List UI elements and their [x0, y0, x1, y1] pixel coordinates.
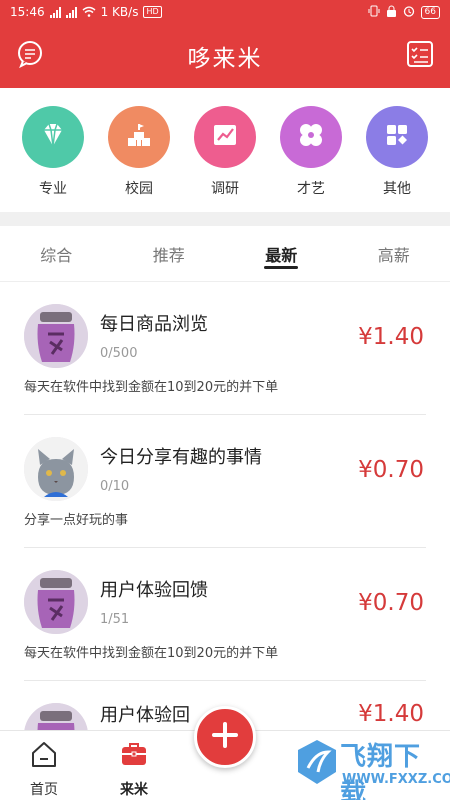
jar-image [24, 570, 88, 634]
signal-icon [49, 6, 61, 18]
category-bar: 专业 校园 调研 才艺 其他 [0, 88, 450, 212]
category-research[interactable]: 调研 [189, 106, 261, 212]
category-label: 其他 [383, 181, 411, 197]
campus-icon [124, 120, 154, 154]
lock-icon [386, 5, 397, 19]
jar-image [24, 703, 88, 730]
category-campus[interactable]: 校园 [103, 106, 175, 212]
battery-indicator: 66 [420, 5, 440, 19]
task-item[interactable]: 每日商品浏览 0/500 ¥1.40 每天在软件中找到金额在10到20元的并下单 [24, 282, 426, 415]
briefcase-icon [119, 739, 149, 773]
watermark-text: 飞翔下载 [340, 742, 422, 800]
task-avatar [24, 304, 88, 368]
task-title: 今日分享有趣的事情 [100, 447, 262, 468]
category-professional[interactable]: 专业 [17, 106, 89, 212]
tab-comprehensive[interactable]: 综合 [0, 226, 113, 281]
wifi-icon [82, 6, 96, 19]
task-price: ¥1.40 [358, 701, 424, 727]
category-label: 才艺 [297, 181, 325, 197]
watermark-url: WWW.FXXZ.COM [342, 772, 450, 787]
flower-icon [296, 120, 326, 154]
task-item[interactable]: 今日分享有趣的事情 0/10 ¥0.70 分享一点好玩的事 [24, 415, 426, 548]
task-price: ¥1.40 [358, 324, 424, 350]
message-icon [15, 39, 45, 73]
task-description: 每天在软件中找到金额在10到20元的并下单 [24, 380, 279, 395]
tab-latest[interactable]: 最新 [225, 226, 338, 281]
signal-icon-2 [65, 6, 77, 18]
task-count: 0/500 [100, 346, 138, 361]
category-circle [22, 106, 84, 168]
task-avatar [24, 570, 88, 634]
home-icon [29, 739, 59, 773]
message-button[interactable] [14, 40, 46, 72]
publish-button[interactable] [194, 706, 256, 768]
status-right: 66 [368, 5, 440, 19]
task-count: 0/10 [100, 479, 130, 494]
tab-high-pay[interactable]: 高薪 [338, 226, 450, 281]
app-bar: 哆来米 [0, 24, 450, 88]
status-bar: 15:46 1 KB/s HD 66 [0, 0, 450, 24]
category-circle [280, 106, 342, 168]
task-price: ¥0.70 [358, 590, 424, 616]
chart-icon [210, 120, 240, 154]
app-title: 哆来米 [187, 46, 263, 72]
jar-image [24, 304, 88, 368]
status-time: 15:46 [10, 5, 45, 19]
task-title: 用户体验回 [100, 705, 190, 726]
nav-laimi[interactable]: 来米 [104, 739, 164, 799]
checklist-icon [405, 39, 435, 73]
watermark: 飞翔下载 WWW.FXXZ.COM [296, 734, 450, 800]
category-circle [366, 106, 428, 168]
cat-image [24, 437, 88, 501]
tab-recommended[interactable]: 推荐 [113, 226, 226, 281]
task-description: 每天在软件中找到金额在10到20元的并下单 [24, 646, 279, 661]
task-item[interactable]: 用户体验回馈 1/51 ¥0.70 每天在软件中找到金额在10到20元的并下单 [24, 548, 426, 681]
task-title: 每日商品浏览 [100, 314, 208, 335]
task-title: 用户体验回馈 [100, 580, 208, 601]
task-count: 1/51 [100, 612, 130, 627]
grid-icon [382, 120, 412, 154]
diamond-icon [38, 120, 68, 154]
status-left: 15:46 1 KB/s HD [10, 5, 162, 19]
alarm-icon [403, 5, 415, 19]
tab-bar: 综合 推荐 最新 高薪 [0, 226, 450, 282]
task-price: ¥0.70 [358, 457, 424, 483]
task-list: 每日商品浏览 0/500 ¥1.40 每天在软件中找到金额在10到20元的并下单… [0, 282, 450, 730]
plus-icon [210, 720, 240, 754]
watermark-logo-icon [296, 738, 338, 790]
task-list-button[interactable] [404, 40, 436, 72]
category-circle [108, 106, 170, 168]
task-avatar [24, 437, 88, 501]
category-circle [194, 106, 256, 168]
task-avatar [24, 703, 88, 730]
nav-label: 来米 [120, 782, 148, 798]
vibrate-icon [368, 5, 380, 19]
network-speed: 1 KB/s [100, 5, 139, 19]
category-label: 调研 [211, 181, 239, 197]
category-other[interactable]: 其他 [361, 106, 433, 212]
task-description: 分享一点好玩的事 [24, 513, 129, 528]
category-label: 专业 [39, 181, 67, 197]
nav-home[interactable]: 首页 [14, 739, 74, 799]
nav-label: 首页 [30, 782, 58, 798]
category-label: 校园 [125, 181, 153, 197]
section-divider [0, 212, 450, 226]
hd-badge: HD [143, 6, 162, 18]
category-talent[interactable]: 才艺 [275, 106, 347, 212]
